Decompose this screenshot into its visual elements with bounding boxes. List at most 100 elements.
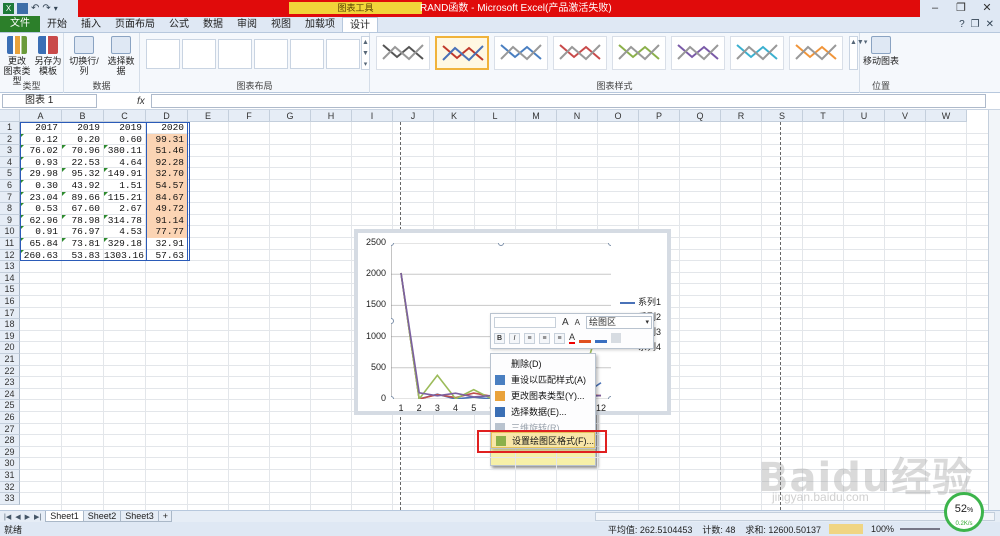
chart-style-1[interactable] — [376, 36, 430, 70]
row-header[interactable]: 14 — [0, 272, 20, 285]
close-button[interactable]: ✕ — [974, 0, 1000, 17]
row-header[interactable]: 16 — [0, 296, 20, 308]
row-header[interactable]: 6 — [0, 180, 20, 192]
tab-7[interactable]: 视图 — [264, 17, 298, 32]
sheet-tab-3[interactable]: Sheet3 — [120, 511, 159, 522]
column-header[interactable]: W — [926, 110, 967, 122]
row-header[interactable]: 12 — [0, 249, 20, 262]
vertical-scrollbar[interactable] — [988, 110, 1000, 510]
column-header[interactable]: F — [229, 110, 270, 122]
select-all-corner[interactable] — [0, 110, 20, 122]
first-sheet-icon[interactable]: |◀ — [4, 513, 11, 521]
chart-element-select[interactable]: 绘图区 ▾ — [586, 316, 653, 329]
column-header[interactable]: S — [762, 110, 803, 122]
zoom-level[interactable]: 100% — [871, 524, 894, 534]
restore-button[interactable]: ❐ — [948, 0, 974, 17]
undo-icon[interactable]: ↶ — [31, 3, 39, 14]
row-header[interactable]: 33 — [0, 493, 20, 505]
tab-1[interactable]: 开始 — [40, 17, 74, 32]
styles-scroll[interactable]: ▲▼▾ — [849, 36, 867, 70]
insert-sheet-icon[interactable]: + — [157, 511, 172, 522]
row-header[interactable]: 11 — [0, 238, 20, 250]
bold-button[interactable]: B — [494, 332, 505, 344]
font-name-box[interactable] — [494, 317, 556, 328]
redo-icon[interactable]: ↷ — [42, 3, 50, 14]
chart-style-3[interactable] — [494, 36, 548, 70]
context-menu-item-4[interactable]: 选择数据(E)... — [491, 404, 595, 420]
column-header[interactable]: P — [639, 110, 680, 122]
legend-entry[interactable]: 系列1 — [620, 295, 661, 310]
sheet-tab-1[interactable]: Sheet1 — [45, 511, 84, 522]
tab-9[interactable]: 设计 — [342, 17, 378, 32]
tab-0[interactable]: 文件 — [0, 16, 40, 32]
layout-thumb-3[interactable] — [218, 39, 252, 69]
outline-color-icon[interactable] — [595, 333, 608, 343]
horizontal-scrollbar[interactable] — [595, 512, 995, 521]
selection-handle[interactable] — [608, 243, 612, 246]
row-header[interactable]: 3 — [0, 145, 20, 157]
column-header[interactable]: O — [598, 110, 639, 122]
minimize-button[interactable]: – — [922, 0, 948, 17]
align-right-button[interactable]: ≡ — [554, 332, 565, 344]
align-center-button[interactable]: ≡ — [539, 332, 550, 344]
fill-color-icon[interactable] — [579, 333, 592, 343]
selection-handle[interactable] — [391, 396, 394, 400]
column-header[interactable]: A — [20, 110, 62, 122]
move-chart-button[interactable]: 移动图表 — [862, 36, 900, 66]
context-menu-item-3[interactable]: 更改图表类型(Y)... — [491, 388, 595, 404]
chart-style-2[interactable] — [435, 36, 489, 70]
row-header[interactable]: 1 — [0, 122, 20, 134]
help-icon[interactable]: ? — [959, 19, 965, 30]
column-header[interactable]: D — [146, 110, 188, 122]
column-header[interactable]: K — [434, 110, 475, 122]
row-header[interactable]: 5 — [0, 168, 20, 180]
window-restore-icon[interactable]: ❐ — [971, 19, 980, 30]
zoom-slider[interactable] — [900, 528, 940, 530]
row-header[interactable]: 2 — [0, 133, 20, 146]
column-header[interactable]: C — [104, 110, 146, 122]
view-buttons[interactable] — [828, 524, 863, 534]
column-header[interactable]: E — [188, 110, 229, 122]
prev-sheet-icon[interactable]: ◀ — [15, 513, 20, 521]
tab-5[interactable]: 数据 — [196, 17, 230, 32]
column-header[interactable]: M — [516, 110, 557, 122]
window-close-icon[interactable]: ✕ — [986, 19, 994, 30]
row-header[interactable]: 27 — [0, 423, 20, 436]
align-left-button[interactable]: ≡ — [524, 332, 535, 344]
row-header[interactable]: 30 — [0, 458, 20, 470]
row-header[interactable]: 21 — [0, 354, 20, 366]
format-painter-icon[interactable] — [611, 333, 622, 343]
italic-button[interactable]: I — [509, 332, 520, 344]
row-header[interactable]: 22 — [0, 365, 20, 378]
row-header[interactable]: 28 — [0, 435, 20, 447]
formula-input[interactable] — [151, 94, 986, 108]
save-as-template-button[interactable]: 另存为 模板 — [34, 36, 62, 76]
column-header[interactable]: G — [270, 110, 311, 122]
row-header[interactable]: 15 — [0, 284, 20, 296]
row-header[interactable]: 24 — [0, 388, 20, 401]
chart-style-6[interactable] — [671, 36, 725, 70]
column-header[interactable]: B — [62, 110, 104, 122]
customize-qa-icon[interactable]: ▾ — [54, 4, 58, 13]
tab-6[interactable]: 审阅 — [230, 17, 264, 32]
row-header[interactable]: 29 — [0, 446, 20, 459]
chart-style-5[interactable] — [612, 36, 666, 70]
selection-handle[interactable] — [391, 318, 394, 324]
last-sheet-icon[interactable]: ▶| — [34, 513, 41, 521]
row-header[interactable]: 10 — [0, 226, 20, 238]
chart-style-4[interactable] — [553, 36, 607, 70]
layout-thumb-2[interactable] — [182, 39, 216, 69]
layout-scroll[interactable]: ▲ ▼ ▾ — [361, 36, 370, 70]
row-header[interactable]: 25 — [0, 400, 20, 412]
column-header[interactable]: L — [475, 110, 516, 122]
save-icon[interactable] — [17, 3, 28, 14]
layout-thumb-1[interactable] — [146, 39, 180, 69]
row-header[interactable]: 18 — [0, 319, 20, 331]
context-menu-item-2[interactable]: 重设以匹配样式(A) — [491, 372, 595, 388]
chart-style-7[interactable] — [730, 36, 784, 70]
row-header[interactable]: 23 — [0, 377, 20, 389]
chart-style-8[interactable] — [789, 36, 843, 70]
row-header[interactable]: 26 — [0, 412, 20, 424]
row-header[interactable]: 32 — [0, 481, 20, 494]
column-header[interactable]: T — [803, 110, 844, 122]
